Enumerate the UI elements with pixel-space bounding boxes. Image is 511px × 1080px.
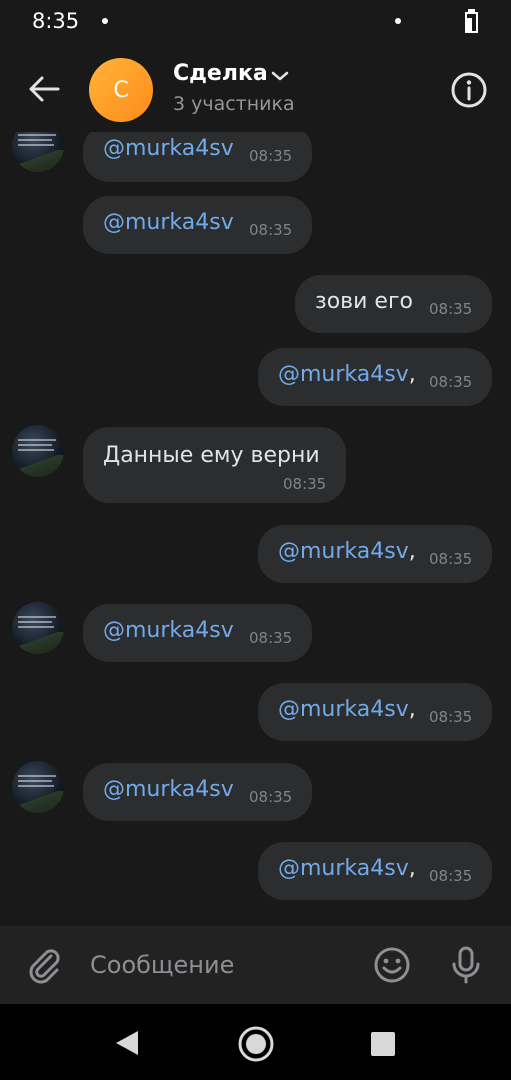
message-text[interactable]: @murka4sv bbox=[103, 210, 234, 235]
nav-home-button[interactable] bbox=[236, 1024, 276, 1064]
status-bar: 8:35 bbox=[0, 0, 511, 46]
message-list[interactable]: @murka4sv 08:35 @murka4sv 08:35 зови его… bbox=[0, 132, 511, 926]
notification-dot-icon bbox=[102, 18, 108, 24]
message-bubble-outgoing[interactable]: зови его 08:35 bbox=[295, 275, 492, 333]
chevron-down-icon[interactable] bbox=[270, 68, 290, 84]
sender-avatar[interactable] bbox=[12, 761, 64, 813]
chat-title[interactable]: Сделка bbox=[173, 61, 268, 86]
sender-avatar[interactable] bbox=[12, 602, 64, 654]
smile-icon bbox=[374, 947, 410, 983]
message-bubble-outgoing[interactable]: @murka4sv, 08:35 bbox=[258, 683, 492, 741]
message-text[interactable]: @murka4sv bbox=[103, 777, 234, 802]
microphone-button[interactable] bbox=[444, 943, 488, 987]
message-bubble-outgoing[interactable]: @murka4sv, 08:35 bbox=[258, 842, 492, 900]
info-icon bbox=[451, 72, 487, 108]
chat-header: С Сделка 3 участника bbox=[0, 46, 511, 132]
message-bubble-incoming[interactable]: @murka4sv 08:35 bbox=[83, 196, 312, 254]
message-time: 08:35 bbox=[429, 550, 473, 568]
message-time: 08:35 bbox=[249, 629, 293, 647]
back-button[interactable] bbox=[20, 68, 68, 110]
message-mention[interactable]: @murka4sv bbox=[278, 697, 409, 722]
nav-recents-button[interactable] bbox=[369, 1030, 397, 1058]
nav-back-button[interactable] bbox=[112, 1028, 142, 1058]
chat-avatar[interactable]: С bbox=[89, 58, 153, 122]
square-recents-icon bbox=[371, 1032, 395, 1056]
attach-button[interactable] bbox=[22, 942, 66, 986]
sender-avatar[interactable] bbox=[12, 132, 64, 172]
message-suffix: , bbox=[408, 362, 416, 387]
message-time: 08:35 bbox=[249, 221, 293, 239]
paperclip-icon bbox=[29, 949, 60, 984]
message-bubble-incoming[interactable]: @murka4sv 08:35 bbox=[83, 763, 312, 821]
triangle-back-icon bbox=[116, 1031, 138, 1055]
message-suffix: , bbox=[408, 856, 416, 881]
home-circle-icon bbox=[238, 1026, 274, 1062]
sender-avatar[interactable] bbox=[12, 425, 64, 477]
chat-participants: 3 участника bbox=[173, 93, 295, 115]
message-time: 08:35 bbox=[249, 788, 293, 806]
info-button[interactable] bbox=[447, 68, 491, 112]
message-input[interactable] bbox=[90, 948, 340, 982]
message-text: Данные ему верни bbox=[103, 443, 320, 468]
signal-dot-icon bbox=[395, 18, 401, 24]
status-time: 8:35 bbox=[32, 9, 80, 33]
message-time: 08:35 bbox=[429, 373, 473, 391]
battery-icon bbox=[465, 9, 478, 33]
message-composer bbox=[0, 926, 511, 1004]
message-time: 08:35 bbox=[283, 475, 327, 493]
message-suffix: , bbox=[408, 539, 416, 564]
message-time: 08:35 bbox=[429, 867, 473, 885]
message-bubble-incoming[interactable]: @murka4sv 08:35 bbox=[83, 132, 312, 182]
message-time: 08:35 bbox=[429, 708, 473, 726]
message-bubble-incoming[interactable]: @murka4sv 08:35 bbox=[83, 604, 312, 662]
message-time: 08:35 bbox=[249, 147, 293, 165]
system-nav-bar bbox=[0, 1004, 511, 1080]
message-mention[interactable]: @murka4sv bbox=[278, 856, 409, 881]
message-bubble-outgoing[interactable]: @murka4sv, 08:35 bbox=[258, 348, 492, 406]
emoji-button[interactable] bbox=[370, 943, 414, 987]
microphone-icon bbox=[452, 946, 480, 984]
message-bubble-incoming[interactable]: Данные ему верни 08:35 bbox=[83, 427, 346, 503]
message-bubble-outgoing[interactable]: @murka4sv, 08:35 bbox=[258, 525, 492, 583]
message-time: 08:35 bbox=[429, 300, 473, 318]
message-text: зови его bbox=[315, 289, 413, 314]
message-suffix: , bbox=[408, 697, 416, 722]
message-text[interactable]: @murka4sv bbox=[103, 618, 234, 643]
message-text[interactable]: @murka4sv bbox=[103, 136, 234, 161]
message-mention[interactable]: @murka4sv bbox=[278, 362, 409, 387]
message-mention[interactable]: @murka4sv bbox=[278, 539, 409, 564]
arrow-left-icon bbox=[29, 76, 60, 102]
